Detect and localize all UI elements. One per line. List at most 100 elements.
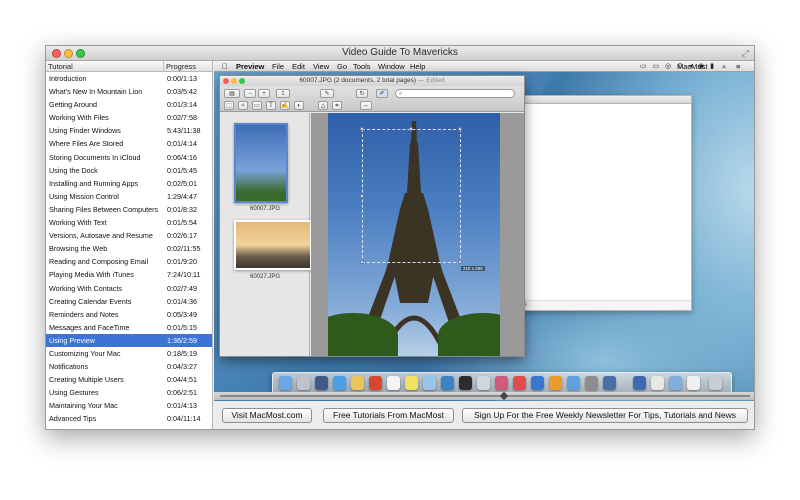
tutorial-row[interactable]: Using Finder Windows 5:43/11:38: [46, 124, 212, 137]
tutorial-row[interactable]: Reading and Composing Email 0:01/9:20: [46, 255, 212, 268]
facetime-icon: [459, 376, 472, 390]
menu-item-help: Help: [410, 62, 426, 71]
tutorial-progress: 1:36/2:59: [167, 335, 197, 345]
launchpad-icon: [297, 376, 310, 390]
tutorial-name: Browsing the Web: [49, 244, 108, 254]
tutorial-row[interactable]: Using Mission Control 1:29/4:47: [46, 190, 212, 203]
tutorial-progress: 0:01/8:32: [167, 204, 197, 214]
column-header-progress[interactable]: Progress: [164, 61, 212, 72]
tutorial-row[interactable]: Reminders and Notes 0:05/3:49: [46, 308, 212, 321]
visit-macmost-button[interactable]: Visit MacMost.com: [222, 408, 312, 423]
tutorial-name: Creating Multiple Users: [49, 375, 124, 385]
tutorial-row[interactable]: Installing and Running Apps 0:02/5:01: [46, 177, 212, 190]
tutorial-name: Introduction: [49, 74, 87, 83]
selection-handle: [360, 260, 364, 264]
crop-tool-icon: ⌗: [332, 101, 342, 110]
tutorial-progress: 0:02/7:58: [167, 113, 197, 123]
tutorial-row[interactable]: Browsing the Web 0:02/11:55: [46, 242, 212, 255]
tutorial-row[interactable]: Using Preview 1:36/2:59: [46, 333, 212, 347]
video-frame[interactable]:  Preview File Edit View Go Tools Window…: [214, 61, 754, 406]
menu-search-icon: ⌕: [722, 62, 727, 71]
tutorial-row[interactable]: What's New In Mountain Lion 0:03/5:42: [46, 85, 212, 98]
link-bar: Visit MacMost.com Free Tutorials From Ma…: [214, 401, 754, 429]
preview-title: 60007.JPG (2 documents, 2 total pages): [299, 77, 417, 84]
tutorial-row[interactable]: Playing Media With iTunes 7:24/10:11: [46, 268, 212, 281]
tutorial-progress: 7:24/10:11: [167, 270, 201, 280]
safari-icon: [333, 376, 346, 390]
utilities-icon: [603, 376, 616, 390]
background-window-titlebar: [515, 96, 691, 104]
select-tool-icon: ⬚: [224, 101, 234, 110]
mission-control-icon: [315, 376, 328, 390]
calendar-icon: [369, 376, 382, 390]
tutorial-row[interactable]: Versions, Autosave and Resume 0:02/6:17: [46, 229, 212, 242]
tutorial-row[interactable]: Getting Around 0:01/3:14: [46, 98, 212, 111]
menu-item-edit: Edit: [292, 62, 305, 71]
dock: [272, 372, 732, 394]
tutorial-name: Creating Calendar Events: [49, 296, 132, 306]
tutorial-row[interactable]: Using the Dock 0:01/5:45: [46, 164, 212, 177]
apple-icon: : [222, 62, 228, 71]
tutorial-row[interactable]: Notifications 0:04/3:27: [46, 360, 212, 373]
tutorial-row[interactable]: Messages and FaceTime 0:01/5:15: [46, 321, 212, 334]
tutorial-row[interactable]: Creating Multiple Users 0:04/4:51: [46, 373, 212, 386]
thumbnail-eiffel: [234, 123, 288, 203]
fullscreen-icon[interactable]: ⤢: [742, 48, 749, 59]
column-header-tutorial[interactable]: Tutorial: [46, 61, 164, 72]
newsletter-signup-button[interactable]: Sign Up For the Free Weekly Newsletter F…: [462, 408, 748, 423]
tutorial-progress: 0:01/5:45: [167, 165, 197, 175]
preview-sidebar: 60007.JPG 60027.JPG: [220, 113, 312, 356]
tutorial-row[interactable]: Advanced Tips 0:04/11:14: [46, 412, 212, 425]
tutorial-row[interactable]: Working With Text 0:01/5:54: [46, 216, 212, 229]
notes-icon: [405, 376, 418, 390]
menu-item-file: File: [272, 62, 285, 71]
tutorial-row[interactable]: Customizing Your Mac 0:18/5:19: [46, 347, 212, 360]
menu-item-tools: Tools: [353, 62, 371, 71]
tutorial-name: Using Finder Windows: [49, 126, 121, 136]
selection-rectangle: [360, 127, 462, 264]
tutorial-name: Using Preview: [49, 335, 95, 345]
tutorial-row[interactable]: Introduction 0:00/1:13: [46, 72, 212, 85]
reminders-icon: [387, 376, 400, 390]
tutorial-progress: 0:01/3:14: [167, 100, 197, 110]
tutorial-row[interactable]: Where Files Are Stored 0:01/4:14: [46, 137, 212, 150]
tutorial-name: Reading and Composing Email: [49, 257, 149, 267]
tutorial-row[interactable]: Creating Calendar Events 0:01/4:36: [46, 295, 212, 308]
tutorial-name: Storing Documents In iCloud: [49, 152, 141, 162]
tutorial-name: Reminders and Notes: [49, 309, 119, 319]
tutorial-name: Working With Files: [49, 113, 109, 123]
adjust-tool-icon: △: [318, 101, 328, 110]
tutorial-name: Where Files Are Stored: [49, 139, 124, 149]
tutorial-row[interactable]: Maintaining Your Mac 0:01/4:13: [46, 399, 212, 412]
selection-handle: [360, 127, 364, 131]
photo-booth-icon: [495, 376, 508, 390]
tutorial-progress: 0:02/5:01: [167, 178, 197, 188]
preview-app-icon: [477, 376, 490, 390]
system-preferences-icon: [585, 376, 598, 390]
free-tutorials-button[interactable]: Free Tutorials From MacMost: [323, 408, 454, 423]
itunes-icon: [513, 376, 526, 390]
tutorial-row[interactable]: Storing Documents In iCloud 0:06/4:16: [46, 151, 212, 164]
mac-menu-bar:  Preview File Edit View Go Tools Window…: [214, 61, 754, 72]
selection-handle: [409, 127, 413, 131]
tutorial-row[interactable]: Working With Files 0:02/7:58: [46, 111, 212, 124]
documents-stack-icon: [651, 376, 664, 390]
selection-handle: [458, 127, 462, 131]
tutorial-row[interactable]: Sharing Files Between Computers 0:01/8:32: [46, 203, 212, 216]
contacts-icon: [351, 376, 364, 390]
tutorial-progress: 0:06/4:16: [167, 152, 197, 162]
tutorial-row[interactable]: Working With Contacts 0:02/7:49: [46, 282, 212, 295]
finder-icon: [279, 376, 292, 390]
scrubber-thumb[interactable]: [500, 391, 509, 401]
tutorial-name: Versions, Autosave and Resume: [49, 231, 153, 241]
mail-icon: [441, 376, 454, 390]
tutorial-progress: 0:01/9:20: [167, 257, 197, 267]
menu-list-icon: ≡: [736, 62, 741, 71]
window-title: Video Guide To Mavericks: [342, 47, 458, 58]
selection-handle: [458, 260, 462, 264]
tutorial-progress: 0:01/5:15: [167, 322, 197, 332]
video-scrubber[interactable]: [214, 391, 754, 401]
trash-icon: [709, 376, 722, 390]
tutorial-progress: 1:29/4:47: [167, 191, 197, 201]
tutorial-row[interactable]: Using Gestures 0:06/2:51: [46, 386, 212, 399]
